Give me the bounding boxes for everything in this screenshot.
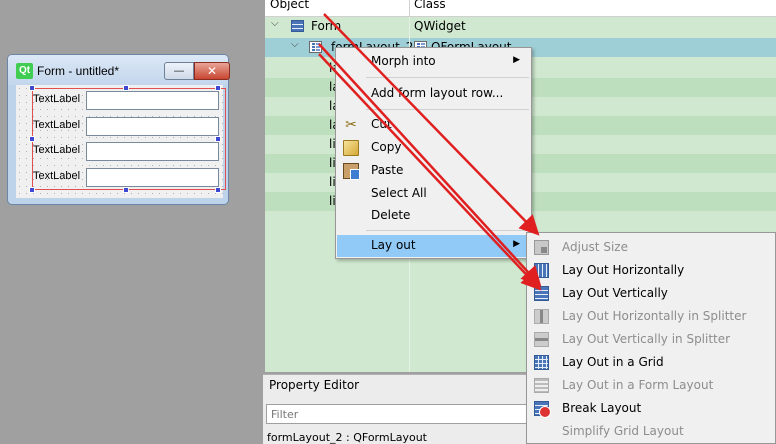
menu-item-label: Lay Out in a Form Layout: [562, 378, 714, 392]
menu-item-label: Lay Out Vertically in Splitter: [562, 332, 731, 346]
grid-layout-icon: [534, 355, 549, 370]
menu-item-label: Break Layout: [562, 401, 642, 415]
column-header-class[interactable]: Class: [414, 0, 446, 11]
menu-item-adjust-size[interactable]: Adjust Size: [528, 236, 774, 259]
menu-item-label: Lay Out in a Grid: [562, 355, 664, 369]
menu-separator: [366, 109, 529, 110]
chevron-down-icon[interactable]: ⌵: [291, 39, 299, 50]
chevron-down-icon[interactable]: ⌵: [271, 18, 279, 29]
menu-item-morph-into[interactable]: Morph into ▶: [337, 51, 530, 73]
menu-item-lay-out[interactable]: Lay out ▶: [337, 235, 530, 257]
form-row-line-edit[interactable]: [86, 91, 219, 110]
form-layout-icon: [534, 378, 549, 393]
minimize-button[interactable]: —: [164, 62, 194, 80]
menu-item-lay-out-horizontally[interactable]: Lay Out Horizontally: [528, 259, 774, 282]
header-divider[interactable]: [409, 0, 410, 17]
menu-item-break-layout[interactable]: Break Layout: [528, 397, 774, 420]
form-window-title: Form - untitled*: [37, 64, 120, 78]
property-filter-input[interactable]: [266, 404, 536, 424]
vertical-layout-icon: [291, 20, 304, 32]
menu-separator: [366, 230, 529, 231]
menu-item-lay-out-in-form-layout[interactable]: Lay Out in a Form Layout: [528, 374, 774, 397]
tree-object-name: Form: [311, 19, 342, 33]
menu-item-lay-out-vertically[interactable]: Lay Out Vertically: [528, 282, 774, 305]
form-canvas[interactable]: TextLabel TextLabel TextLabel TextLabel: [16, 85, 226, 198]
submenu-arrow-icon: ▶: [513, 55, 520, 65]
menu-item-simplify-grid-layout[interactable]: Simplify Grid Layout: [528, 420, 774, 443]
menu-item-lay-out-vertically-in-splitter[interactable]: Lay Out Vertically in Splitter: [528, 328, 774, 351]
menu-item-delete[interactable]: Delete: [337, 205, 530, 227]
menu-item-label: Lay out: [371, 238, 416, 252]
qt-logo-icon: Qt: [16, 63, 33, 79]
menu-item-label: Adjust Size: [562, 240, 628, 254]
adjust-size-icon: [534, 240, 549, 255]
form-titlebar[interactable]: Qt Form - untitled* — ✕: [8, 55, 230, 85]
menu-item-label: Lay Out Horizontally: [562, 263, 685, 277]
selection-handle[interactable]: [123, 187, 129, 193]
menu-item-add-form-layout-row[interactable]: Add form layout row...: [337, 83, 530, 105]
close-button[interactable]: ✕: [194, 62, 230, 80]
menu-item-label: Lay Out Vertically: [562, 286, 668, 300]
break-layout-icon: [534, 401, 551, 418]
column-header-object[interactable]: Object: [270, 0, 309, 11]
horizontal-splitter-icon: [534, 309, 549, 324]
tree-class-name: QWidget: [414, 19, 466, 33]
menu-item-select-all[interactable]: Select All: [337, 183, 530, 205]
context-menu: Morph into ▶ Add form layout row... ✂ Cu…: [335, 47, 532, 259]
menu-separator: [366, 77, 529, 78]
menu-item-label: Delete: [371, 208, 411, 222]
horizontal-layout-icon: [534, 263, 549, 278]
paste-icon: [343, 163, 360, 180]
layout-submenu: Adjust Size Lay Out Horizontally Lay Out…: [526, 232, 776, 444]
property-editor-status: formLayout_2 : QFormLayout: [267, 431, 427, 444]
menu-item-lay-out-in-grid[interactable]: Lay Out in a Grid: [528, 351, 774, 374]
form-row-line-edit[interactable]: [86, 168, 219, 187]
form-row-line-edit[interactable]: [86, 142, 219, 161]
menu-item-label: Cut: [371, 117, 392, 131]
form-row-line-edit[interactable]: [86, 117, 219, 136]
selection-handle[interactable]: [29, 136, 35, 142]
form-row-label[interactable]: TextLabel: [33, 93, 80, 105]
form-row-label[interactable]: TextLabel: [33, 170, 80, 182]
menu-item-label: Simplify Grid Layout: [562, 424, 684, 438]
menu-item-label: Morph into: [371, 54, 436, 68]
menu-item-paste[interactable]: Paste: [337, 160, 530, 182]
vertical-layout-icon: [534, 286, 549, 301]
menu-item-cut[interactable]: ✂ Cut: [337, 114, 530, 136]
form-layout-icon: [309, 41, 322, 53]
copy-icon: [343, 140, 359, 156]
menu-item-label: Copy: [371, 140, 402, 154]
menu-item-label: Lay Out Horizontally in Splitter: [562, 309, 747, 323]
menu-item-lay-out-horizontally-in-splitter[interactable]: Lay Out Horizontally in Splitter: [528, 305, 774, 328]
object-inspector-header: Object Class: [265, 0, 776, 17]
property-editor-title: Property Editor: [269, 378, 360, 392]
form-row-label[interactable]: TextLabel: [33, 144, 80, 156]
tree-row-form[interactable]: ⌵ Form QWidget: [265, 17, 776, 36]
menu-item-label: Select All: [371, 186, 427, 200]
vertical-splitter-icon: [534, 332, 549, 347]
selection-handle[interactable]: [29, 85, 35, 91]
scissors-icon: ✂: [345, 117, 357, 133]
selection-handle[interactable]: [29, 187, 35, 193]
form-preview-window[interactable]: Qt Form - untitled* — ✕ TextLabel TextLa…: [7, 54, 230, 205]
menu-item-copy[interactable]: Copy: [337, 137, 530, 159]
menu-item-label: Add form layout row...: [371, 86, 504, 100]
menu-item-label: Paste: [371, 163, 404, 177]
form-row-label[interactable]: TextLabel: [33, 119, 80, 131]
selection-handle[interactable]: [215, 187, 221, 193]
submenu-arrow-icon: ▶: [513, 239, 520, 249]
